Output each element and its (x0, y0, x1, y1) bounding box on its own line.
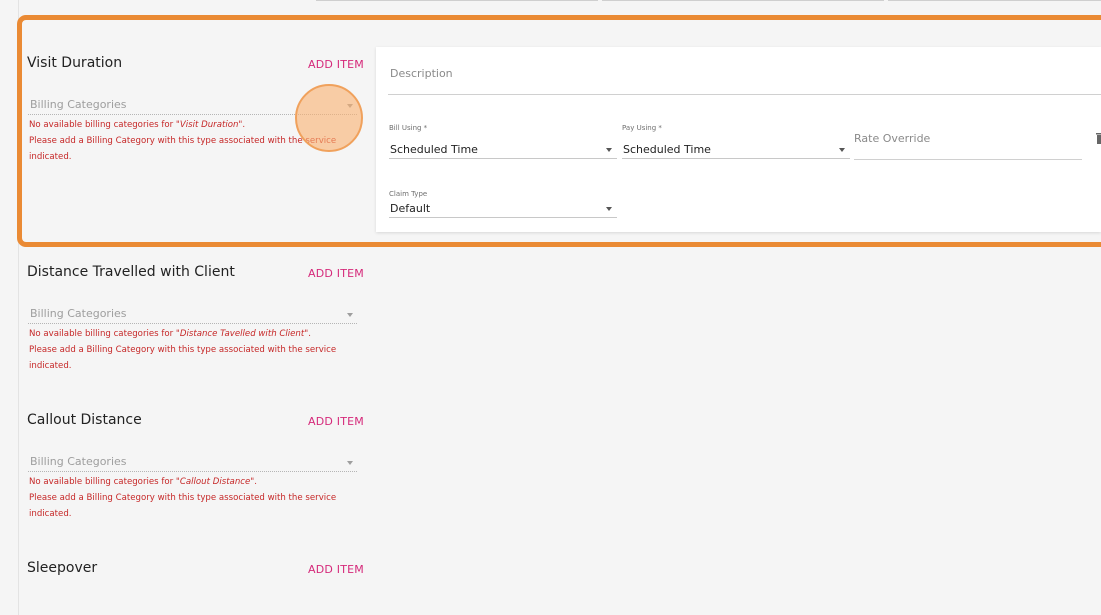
left-divider (18, 0, 19, 615)
description-input[interactable]: Description (390, 67, 453, 80)
billing-categories-placeholder: Billing Categories (30, 455, 127, 468)
billing-categories-placeholder: Billing Categories (30, 307, 127, 320)
bill-using-label: Bill Using * (389, 124, 428, 132)
pay-using-value: Scheduled Time (623, 143, 711, 156)
rate-override-input[interactable]: Rate Override (854, 132, 930, 145)
section-title: Visit Duration (27, 55, 123, 71)
add-item-button[interactable]: ADD ITEM (308, 563, 364, 576)
claim-type-value: Default (390, 202, 431, 215)
claim-type-select[interactable]: Default (389, 202, 617, 218)
chevron-down-icon (606, 148, 612, 152)
billing-error-message: No available billing categories for "Vis… (29, 120, 337, 162)
section-title: Sleepover (27, 560, 98, 576)
chevron-down-icon (839, 148, 845, 152)
claim-type-label: Claim Type (389, 190, 428, 198)
pay-using-label: Pay Using * (622, 124, 662, 132)
billing-categories-select[interactable]: Billing Categories (28, 454, 357, 472)
delete-icon[interactable] (1096, 132, 1101, 146)
top-field-3[interactable] (888, 0, 1101, 1)
add-item-button[interactable]: ADD ITEM (308, 267, 364, 280)
billing-categories-placeholder: Billing Categories (30, 98, 127, 111)
add-item-button[interactable]: ADD ITEM (308, 415, 364, 428)
chevron-down-icon (347, 104, 353, 108)
top-field-1[interactable] (316, 0, 598, 1)
section-title: Callout Distance (27, 412, 142, 428)
billing-error-message: No available billing categories for "Dis… (29, 329, 337, 371)
section-title: Distance Travelled with Client (27, 264, 235, 280)
bill-using-value: Scheduled Time (390, 143, 478, 156)
add-item-button[interactable]: ADD ITEM (308, 58, 364, 71)
description-underline (388, 94, 1101, 95)
top-field-2[interactable] (602, 0, 884, 1)
chevron-down-icon (347, 313, 353, 317)
item-detail-card: Description Bill Using * Scheduled Time … (376, 47, 1101, 232)
chevron-down-icon (347, 461, 353, 465)
chevron-down-icon (606, 207, 612, 211)
billing-categories-select[interactable]: Billing Categories (28, 97, 357, 115)
rate-override-underline (854, 159, 1082, 160)
bill-using-select[interactable]: Scheduled Time (389, 143, 617, 159)
billing-error-message: No available billing categories for "Cal… (29, 477, 337, 519)
billing-categories-select[interactable]: Billing Categories (28, 306, 357, 324)
pay-using-select[interactable]: Scheduled Time (622, 143, 850, 159)
